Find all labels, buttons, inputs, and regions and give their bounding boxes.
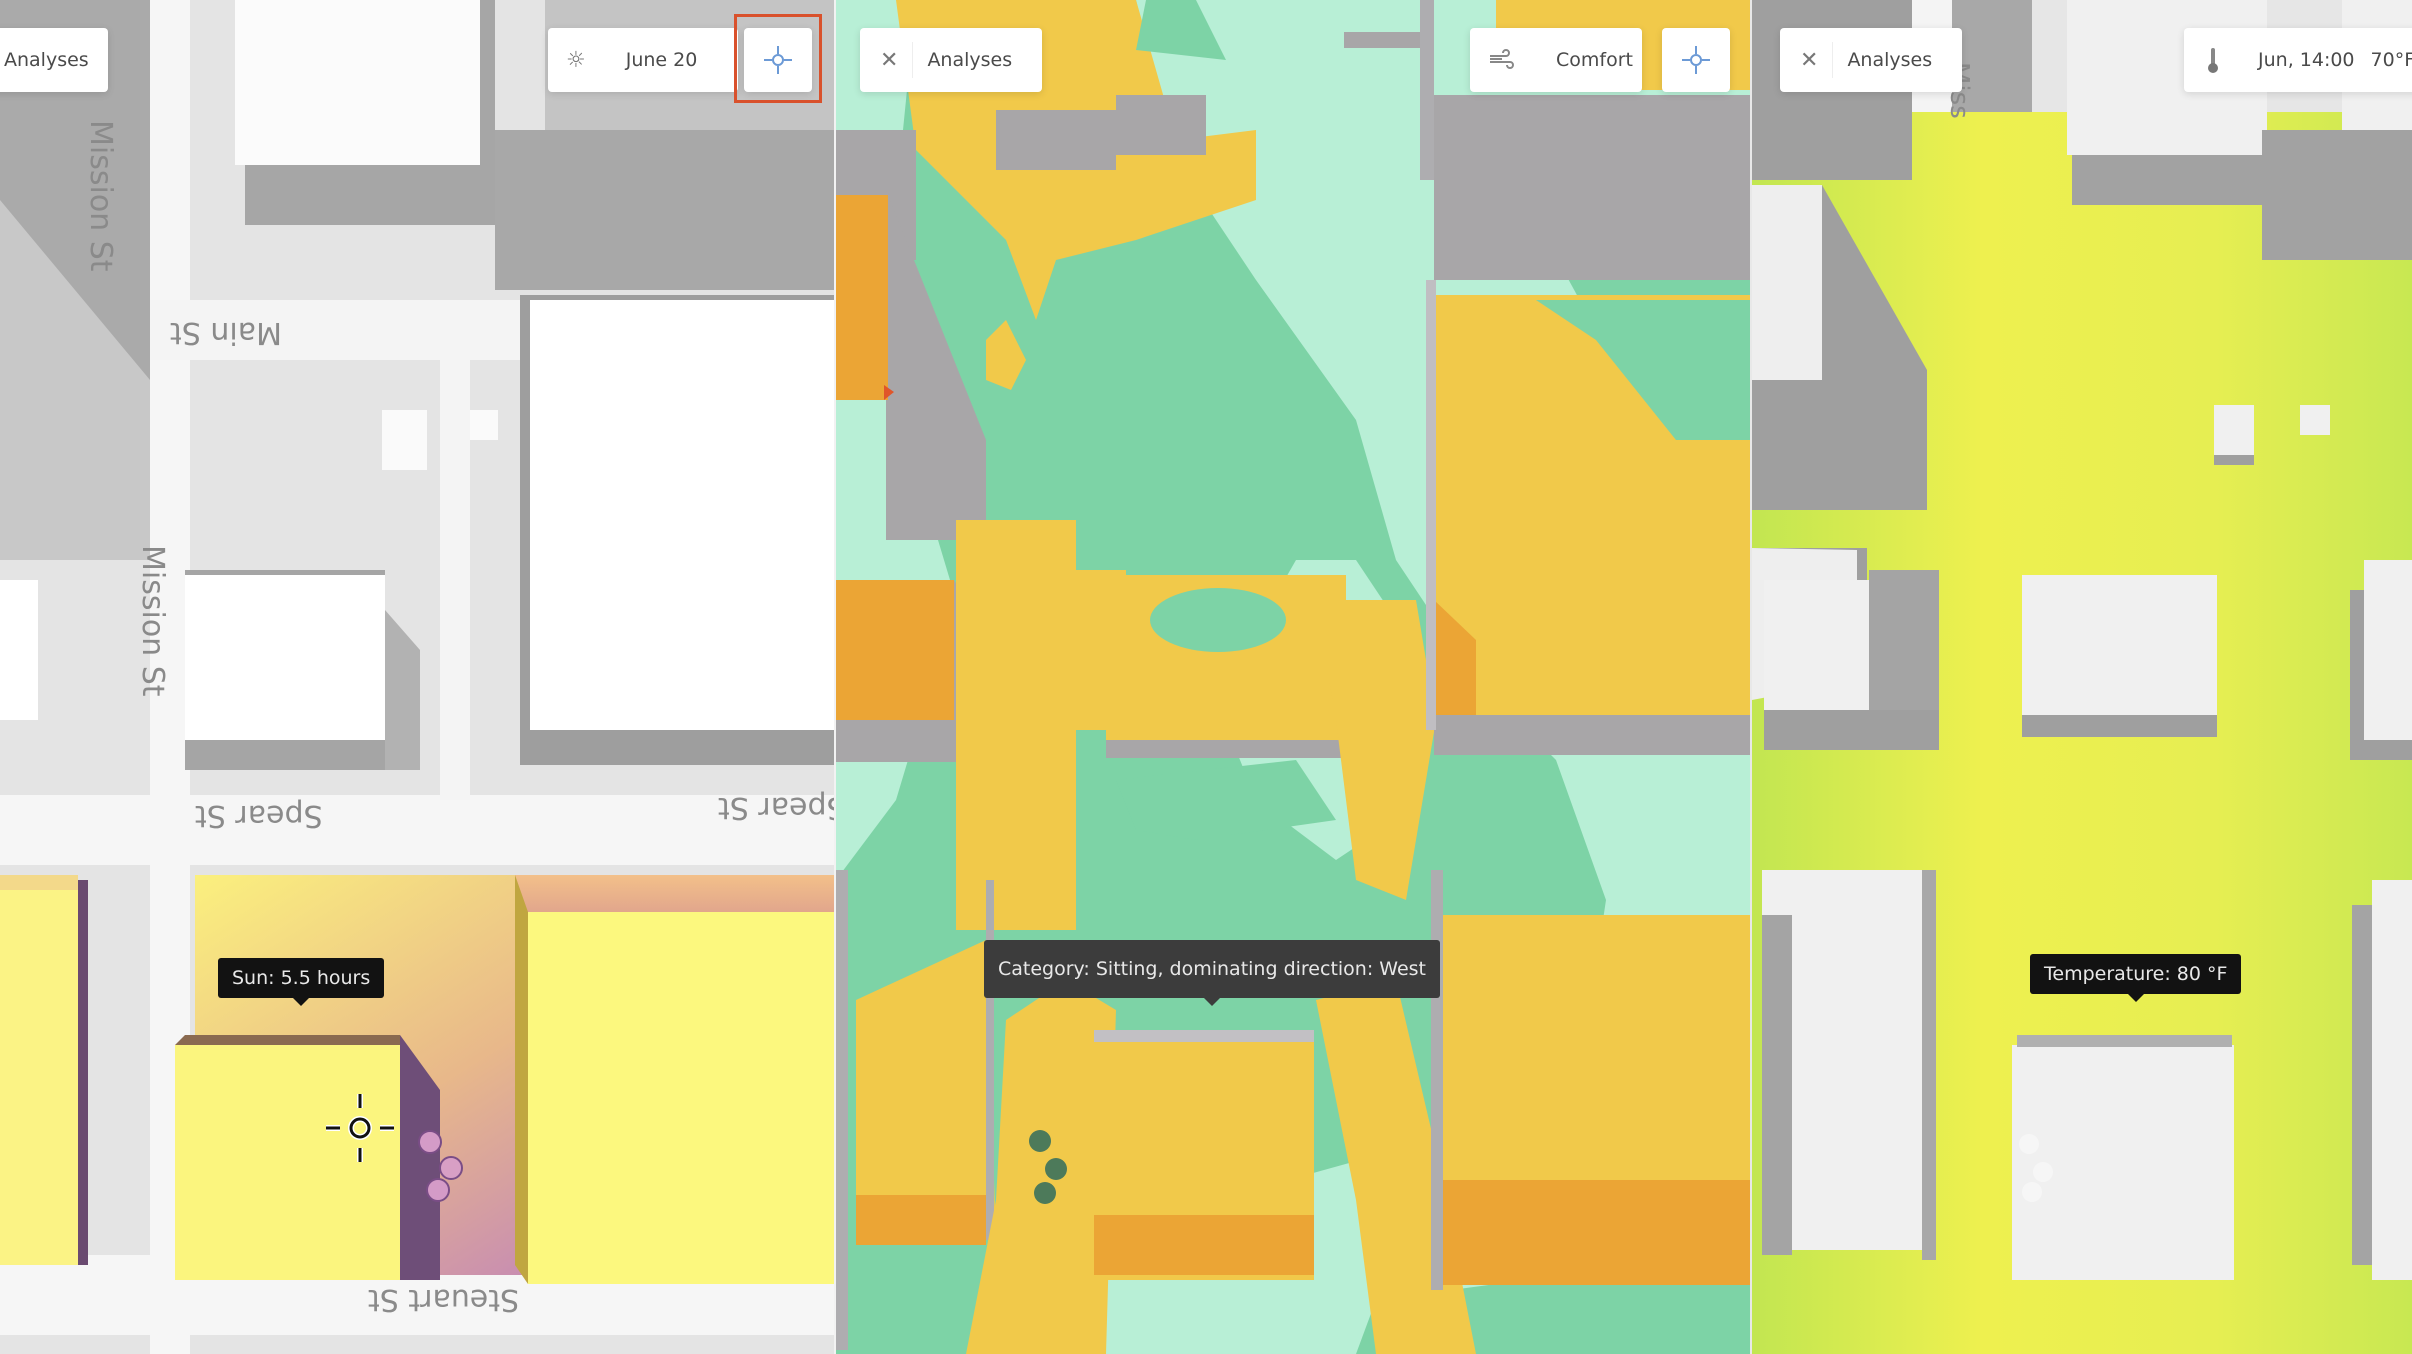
tree-marker (2019, 1134, 2039, 1154)
sun-icon: ☼ (566, 47, 586, 73)
analyses-label: Analyses (927, 49, 1013, 71)
sun-analysis-panel[interactable]: Mission St Main St Mission St Spear St S… (0, 0, 836, 1354)
sun-tooltip: Sun: 5.5 hours (218, 958, 385, 1006)
building-roof (185, 575, 385, 740)
crosshair-icon (1682, 46, 1710, 74)
analyses-label: Analyses (4, 49, 89, 71)
highlight-box (734, 14, 822, 103)
analyses-label: Analyses (1847, 49, 1933, 71)
street-spear (0, 795, 836, 865)
building-roof (1764, 580, 1869, 710)
separator (1832, 42, 1834, 78)
building (1434, 95, 1752, 280)
tooltip-arrow (1204, 998, 1220, 1006)
close-icon[interactable]: ✕ (1800, 48, 1818, 73)
date-selector[interactable]: ☼ June 20 (548, 28, 738, 92)
comfort-label: Comfort (1556, 49, 1633, 71)
comfort-selector[interactable]: Comfort (1470, 28, 1642, 92)
tooltip-arrow (2127, 994, 2144, 1002)
tooltip-arrow (293, 998, 310, 1006)
comfort-tooltip-text: Category: Sitting, dominating direction:… (998, 958, 1426, 980)
probe-cursor-icon[interactable] (322, 1090, 398, 1166)
close-icon[interactable]: ✕ (880, 48, 898, 73)
building (1116, 95, 1206, 155)
tree-marker (426, 1178, 450, 1202)
separator (912, 42, 914, 78)
sun-building-roof (528, 912, 836, 1284)
building (996, 110, 1116, 170)
tree-marker (1029, 1130, 1051, 1152)
tree-marker (2022, 1182, 2042, 1202)
temperature-tooltip-text: Temperature: 80 °F (2044, 963, 2228, 985)
locate-point-button[interactable] (1662, 28, 1730, 92)
temperature-value: 70°F (2370, 49, 2412, 71)
tree-marker (1034, 1182, 1056, 1204)
building-roof (2022, 575, 2217, 715)
analyses-button[interactable]: ✕ Analyses (1780, 28, 1962, 92)
time-temperature-selector[interactable]: Jun, 14:00 70°F (2184, 28, 2412, 92)
sun-tooltip-text: Sun: 5.5 hours (232, 967, 371, 989)
building-roof (530, 300, 836, 730)
date-label: June 20 (625, 49, 698, 71)
temperature-panel[interactable]: Miss ✕ Analyses Jun, 14:00 70°F Temperat… (1752, 0, 2412, 1354)
tree-marker (439, 1156, 463, 1180)
temperature-tooltip: Temperature: 80 °F (2030, 954, 2242, 1002)
building-roof (836, 580, 954, 720)
tree-marker (418, 1130, 442, 1154)
comfort-map-canvas[interactable] (836, 0, 1752, 1354)
street-label: Spear St (718, 790, 836, 825)
street-label: Mission St (83, 120, 118, 272)
street-label: Main St (170, 315, 282, 350)
building-roof (836, 195, 888, 400)
wind-comfort-panel[interactable]: ✕ Analyses Comfort Category: Sitting, do… (836, 0, 1752, 1354)
sun-map-canvas[interactable] (0, 0, 836, 1354)
comfort-tooltip: Category: Sitting, dominating direction:… (984, 940, 1440, 1006)
building-roof (1752, 185, 1822, 380)
street-label: Steuart St (368, 1282, 520, 1317)
tree-marker (1045, 1158, 1067, 1180)
time-label: Jun, 14:00 (2258, 49, 2355, 71)
wind-icon (1488, 48, 1516, 72)
street-label: Mission St (135, 545, 170, 697)
tree-marker (2033, 1162, 2053, 1182)
analyses-button[interactable]: ✕ Analyses (860, 28, 1042, 92)
thermometer-icon (2206, 46, 2220, 74)
building-roof (235, 0, 480, 165)
temperature-map-canvas[interactable] (1752, 0, 2412, 1354)
analyses-button[interactable]: Analyses (0, 28, 108, 92)
street-label: Spear St (195, 798, 323, 833)
